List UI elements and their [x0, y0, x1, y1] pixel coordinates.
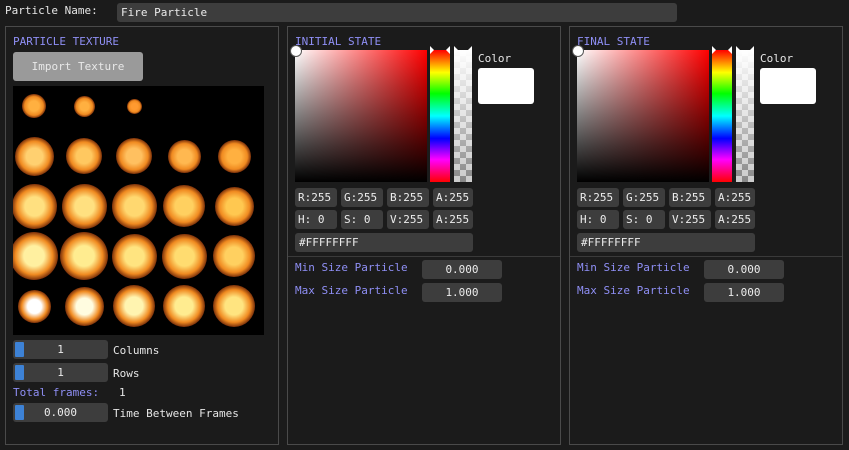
max-size-label: Max Size Particle — [295, 284, 408, 297]
time-between-frames-label: Time Between Frames — [113, 407, 239, 420]
import-texture-button[interactable]: Import Texture — [13, 52, 143, 81]
columns-label: Columns — [113, 344, 160, 357]
fire-frame — [161, 233, 207, 279]
saturation-value-picker[interactable] — [577, 50, 709, 182]
fire-frame — [73, 95, 95, 117]
blue-input[interactable]: B:255 — [669, 188, 711, 207]
particle-name-input[interactable]: Fire Particle — [117, 3, 677, 22]
hue-input[interactable]: H: 0 — [577, 210, 619, 229]
alpha-hsv-input[interactable]: A:255 — [715, 210, 755, 229]
fire-frame — [13, 232, 58, 280]
fire-frame — [116, 138, 152, 174]
fire-frame — [113, 285, 155, 327]
saturation-input[interactable]: S: 0 — [623, 210, 665, 229]
fire-frame — [17, 289, 51, 323]
max-size-label: Max Size Particle — [577, 284, 690, 297]
columns-slider[interactable]: 1 — [13, 340, 108, 359]
value-input[interactable]: V:255 — [387, 210, 429, 229]
slider-grab[interactable] — [15, 405, 24, 420]
green-input[interactable]: G:255 — [341, 188, 383, 207]
min-size-label: Min Size Particle — [295, 261, 408, 274]
fire-frame — [14, 136, 54, 176]
color-label: Color — [760, 52, 794, 65]
fire-frame — [13, 183, 57, 229]
final-state-panel: FINAL STATE Color R:255 G:255 B:255 A:25… — [569, 26, 843, 445]
hue-marker-left — [430, 46, 434, 54]
hue-marker-left — [712, 46, 716, 54]
red-input[interactable]: R:255 — [295, 188, 337, 207]
hue-bar[interactable] — [430, 50, 450, 182]
hue-marker-right — [728, 46, 732, 54]
hex-input[interactable]: #FFFFFFFF — [295, 233, 473, 252]
hue-input[interactable]: H: 0 — [295, 210, 337, 229]
alpha-marker-left — [454, 46, 458, 54]
panel-title: FINAL STATE — [577, 35, 650, 48]
slider-grab[interactable] — [15, 365, 24, 380]
fire-frame — [213, 285, 255, 327]
columns-value: 1 — [57, 343, 64, 356]
panel-title: PARTICLE TEXTURE — [13, 35, 119, 48]
rows-value: 1 — [57, 366, 64, 379]
hex-input[interactable]: #FFFFFFFF — [577, 233, 755, 252]
alpha-hsv-input[interactable]: A:255 — [433, 210, 473, 229]
particle-name-label: Particle Name: — [5, 4, 98, 17]
panel-title: INITIAL STATE — [295, 35, 382, 48]
fire-frame — [163, 185, 205, 227]
separator — [570, 256, 842, 257]
saturation-input[interactable]: S: 0 — [341, 210, 383, 229]
hue-bar[interactable] — [712, 50, 732, 182]
min-size-input[interactable]: 0.000 — [704, 260, 784, 279]
alpha-bar[interactable] — [736, 50, 754, 182]
fire-frame — [163, 285, 205, 327]
fire-frame — [126, 98, 142, 114]
separator — [288, 256, 560, 257]
fire-frame — [217, 139, 251, 173]
alpha-input[interactable]: A:255 — [715, 188, 755, 207]
min-size-label: Min Size Particle — [577, 261, 690, 274]
blue-input[interactable]: B:255 — [387, 188, 429, 207]
color-label: Color — [478, 52, 512, 65]
fire-frame — [111, 233, 157, 279]
max-size-input[interactable]: 1.000 — [422, 283, 502, 302]
alpha-input[interactable]: A:255 — [433, 188, 473, 207]
particle-texture-panel: PARTICLE TEXTURE Import Texture 1 Column… — [5, 26, 279, 445]
fire-frame — [61, 183, 107, 229]
max-size-input[interactable]: 1.000 — [704, 283, 784, 302]
green-input[interactable]: G:255 — [623, 188, 665, 207]
picker-cursor[interactable] — [572, 45, 584, 57]
time-between-value: 0.000 — [43, 406, 78, 419]
alpha-marker-left — [736, 46, 740, 54]
total-frames-label: Total frames: — [13, 386, 100, 399]
fire-frame — [111, 183, 157, 229]
total-frames-value: 1 — [119, 386, 126, 399]
texture-preview — [13, 86, 264, 335]
fire-frame — [214, 186, 254, 226]
saturation-value-picker[interactable] — [295, 50, 427, 182]
color-swatch[interactable] — [760, 68, 816, 104]
value-input[interactable]: V:255 — [669, 210, 711, 229]
min-size-input[interactable]: 0.000 — [422, 260, 502, 279]
alpha-marker-right — [750, 46, 754, 54]
fire-frame — [64, 286, 104, 326]
alpha-marker-right — [468, 46, 472, 54]
slider-grab[interactable] — [15, 342, 24, 357]
time-between-frames-slider[interactable]: 0.000 — [13, 403, 108, 422]
fire-frame — [22, 94, 46, 118]
color-swatch[interactable] — [478, 68, 534, 104]
fire-frame — [66, 138, 102, 174]
fire-frame — [167, 139, 201, 173]
picker-cursor[interactable] — [290, 45, 302, 57]
hue-marker-right — [446, 46, 450, 54]
red-input[interactable]: R:255 — [577, 188, 619, 207]
fire-frame — [213, 235, 255, 277]
fire-frame — [60, 232, 108, 280]
rows-label: Rows — [113, 367, 140, 380]
rows-slider[interactable]: 1 — [13, 363, 108, 382]
alpha-bar[interactable] — [454, 50, 472, 182]
initial-state-panel: INITIAL STATE Color R:255 G:255 B:255 A:… — [287, 26, 561, 445]
